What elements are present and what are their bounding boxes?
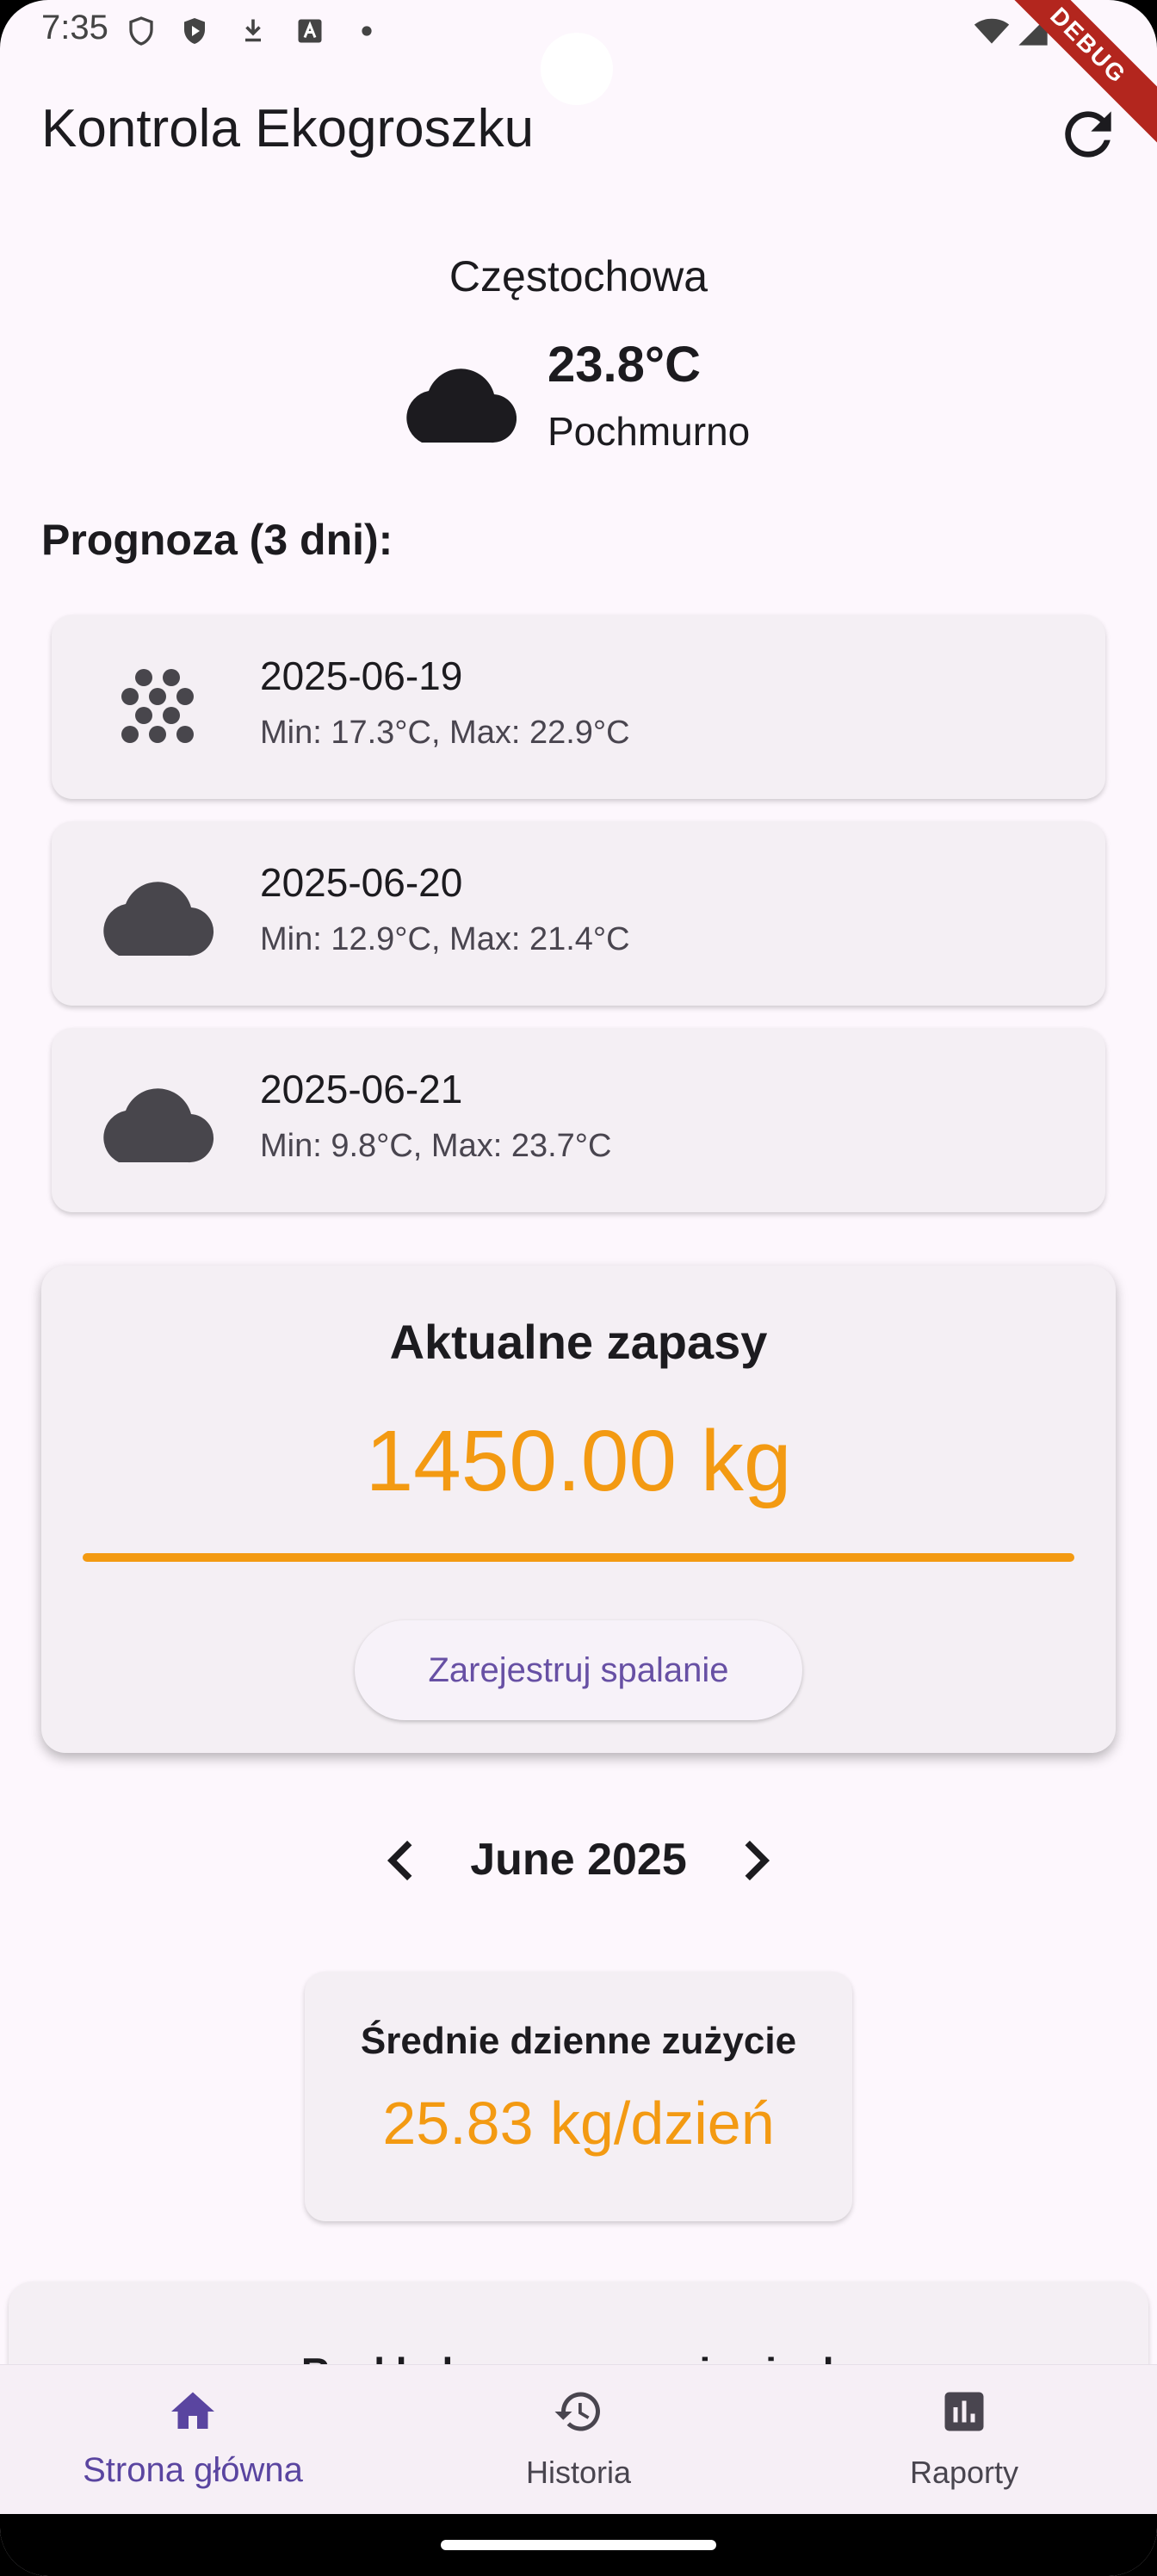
average-usage-value: 25.83 kg/dzień — [382, 2090, 775, 2157]
city-name: Częstochowa — [449, 252, 708, 300]
average-usage-title: Średnie dzienne zużycie — [360, 2020, 797, 2062]
app-title: Kontrola Ekogroszku — [41, 99, 535, 158]
current-temperature: 23.8°C — [548, 337, 701, 393]
forecast-date: 2025-06-21 — [260, 1067, 463, 1112]
snow-dots-icon — [121, 669, 194, 743]
nav-label: Raporty — [909, 2455, 1019, 2490]
forecast-range: Min: 12.9°C, Max: 21.4°C — [260, 921, 630, 957]
font-icon — [298, 19, 322, 43]
notification-dot-icon — [362, 26, 372, 36]
refresh-icon[interactable] — [1054, 100, 1123, 169]
forecast-range: Min: 9.8°C, Max: 23.7°C — [260, 1128, 612, 1164]
current-condition: Pochmurno — [548, 409, 751, 454]
month-navigator: June 2025 — [0, 1817, 1157, 1903]
download-icon — [245, 19, 261, 42]
nav-home[interactable]: Strona główna — [0, 2365, 386, 2515]
cloud-icon — [103, 882, 214, 957]
nav-label: Historia — [525, 2455, 632, 2490]
register-burn-button[interactable]: Zarejestruj spalanie — [355, 1620, 802, 1720]
stock-title: Aktualne zapasy — [389, 1315, 768, 1369]
history-icon — [554, 2392, 600, 2431]
forecast-card[interactable]: 2025-06-19 Min: 17.3°C, Max: 22.9°C — [52, 615, 1105, 799]
forecast-date: 2025-06-19 — [260, 653, 463, 698]
nav-history[interactable]: Historia — [386, 2365, 771, 2515]
stock-value: 1450.00 kg — [365, 1413, 792, 1509]
forecast-range: Min: 17.3°C, Max: 22.9°C — [260, 715, 630, 751]
forecast-card[interactable]: 2025-06-21 Min: 9.8°C, Max: 23.7°C — [52, 1028, 1105, 1212]
month-label: June 2025 — [470, 1835, 687, 1885]
play-protect-icon — [184, 18, 205, 44]
forecast-date: 2025-06-20 — [260, 860, 463, 905]
gesture-handle[interactable] — [441, 2540, 716, 2550]
shield-icon — [129, 16, 153, 46]
cloud-icon — [103, 1088, 214, 1163]
main-content[interactable]: Częstochowa 23.8°C Pochmurno Prognoza (3… — [0, 189, 1157, 2368]
status-time: 7:35 — [41, 9, 108, 46]
stock-progress-bar — [83, 1553, 1074, 1562]
current-weather: 23.8°C Pochmurno — [387, 336, 818, 465]
stock-progress-fill — [83, 1553, 1074, 1562]
app-screen: 7:35 DEBUG Kontrola Ekogroszku Częstocho… — [0, 0, 1157, 2576]
wifi-icon — [974, 18, 1010, 44]
average-usage-card: Średnie dzienne zużycie 25.83 kg/dzień — [305, 1972, 852, 2221]
nav-label: Strona główna — [83, 2451, 303, 2489]
forecast-card[interactable]: 2025-06-20 Min: 12.9°C, Max: 21.4°C — [52, 821, 1105, 1006]
app-bar: Kontrola Ekogroszku — [0, 77, 1157, 189]
heat-distribution-card: Rozkład przeznaczenia ciepła — [9, 2282, 1148, 2368]
nav-reports[interactable]: Raporty — [771, 2365, 1157, 2515]
forecast-title: Prognoza (3 dni): — [41, 516, 393, 564]
bottom-navigation: Strona główna Historia Raporty — [0, 2364, 1157, 2514]
chevron-right-icon[interactable] — [725, 1830, 785, 1891]
cloud-icon — [406, 368, 517, 443]
stock-card: Aktualne zapasy 1450.00 kg Zarejestruj s… — [41, 1266, 1116, 1753]
chart-icon — [944, 2392, 984, 2431]
gesture-bar — [0, 2514, 1157, 2576]
home-icon — [171, 2392, 214, 2429]
